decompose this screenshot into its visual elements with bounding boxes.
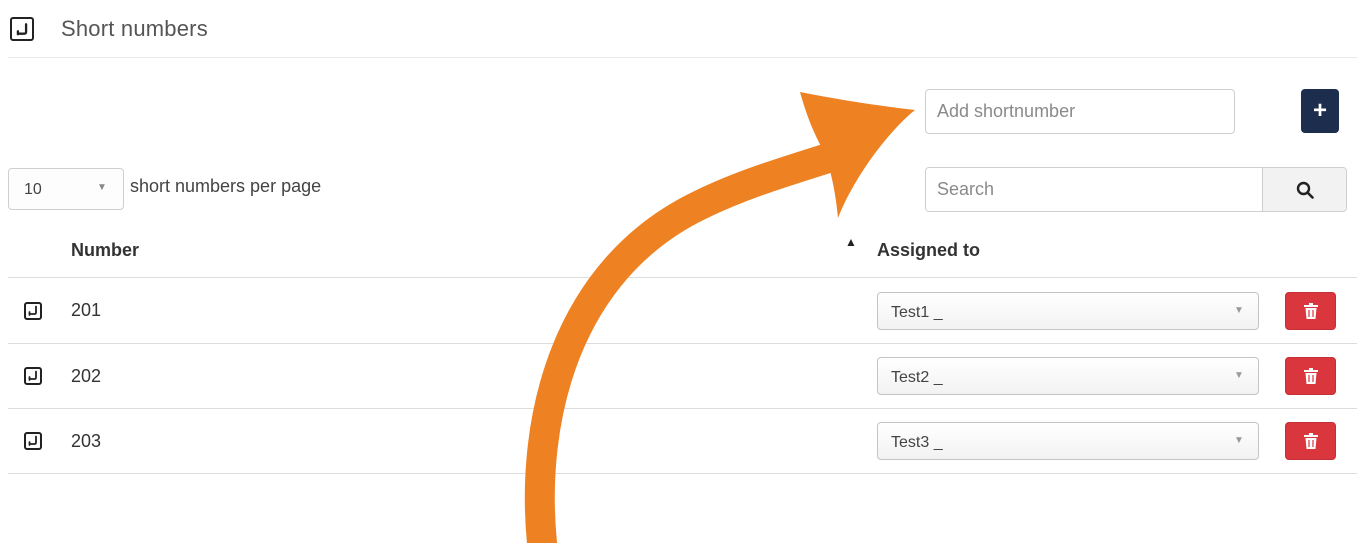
annotation-arrow-icon [524,92,915,543]
assigned-to-select[interactable]: Test2 _ ▼ [877,357,1259,395]
phone-icon [10,17,34,41]
column-header-assigned-to[interactable]: Assigned to [877,240,980,261]
search-button[interactable] [1262,168,1346,211]
short-number: 203 [71,431,102,451]
short-number: 202 [71,366,102,386]
chevron-down-icon: ▼ [1234,305,1244,316]
sort-ascending-icon[interactable]: ▲ [845,235,857,249]
short-number: 201 [71,300,102,320]
header-divider [8,57,1357,58]
trash-icon [1304,303,1318,319]
assigned-to-value: Test2 _ [891,369,943,386]
page-title: Short numbers [61,16,208,41]
phone-icon [24,432,42,450]
trash-icon [1304,368,1318,384]
phone-icon [24,367,42,385]
search-icon [1296,181,1314,199]
delete-button[interactable] [1285,357,1336,395]
column-header-number[interactable]: Number [71,240,139,261]
search-group [925,167,1347,212]
add-shortnumber-input[interactable] [925,89,1235,134]
delete-button[interactable] [1285,422,1336,460]
row-divider [8,343,1357,344]
trash-icon [1304,433,1318,449]
assigned-to-select[interactable]: Test1 _ ▼ [877,292,1259,330]
assigned-to-value: Test3 _ [891,434,943,451]
assigned-to-select[interactable]: Test3 _ ▼ [877,422,1259,460]
add-shortnumber-button[interactable]: + [1301,89,1339,133]
delete-button[interactable] [1285,292,1336,330]
phone-icon [24,302,42,320]
chevron-down-icon: ▼ [1234,435,1244,446]
assigned-to-value: Test1 _ [891,304,943,321]
row-divider [8,473,1357,474]
chevron-down-icon: ▼ [1234,370,1244,381]
chevron-down-icon: ▼ [97,182,107,193]
per-page-label: short numbers per page [130,176,322,196]
search-input[interactable] [926,168,1262,211]
row-divider [8,408,1357,409]
table-header-divider [8,277,1357,278]
per-page-value: 10 [24,181,42,198]
per-page-select[interactable]: 10 ▼ [8,168,124,210]
